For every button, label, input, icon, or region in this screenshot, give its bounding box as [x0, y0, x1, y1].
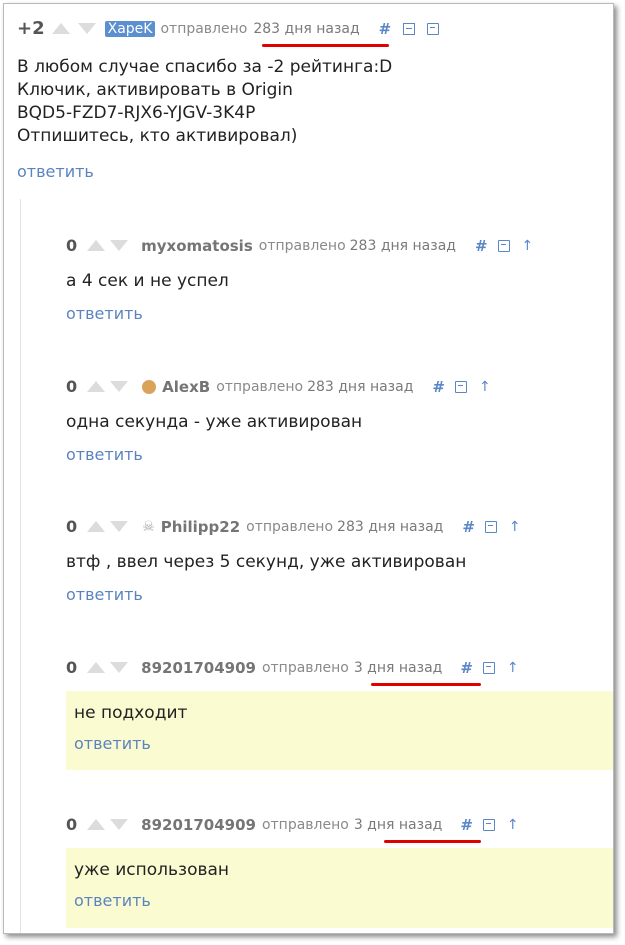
comment-time[interactable]: 283 дня назад: [253, 21, 359, 37]
author-name[interactable]: Philipp22: [161, 518, 240, 536]
permalink-hash[interactable]: #: [379, 20, 392, 38]
vote-up-icon[interactable]: [87, 240, 106, 251]
permalink-hash[interactable]: #: [462, 518, 475, 536]
author-name[interactable]: XapeK: [104, 20, 156, 37]
sent-label: отправлено: [246, 518, 334, 535]
red-underline: [262, 44, 389, 47]
vote-down-icon[interactable]: [110, 662, 129, 673]
vote-down-icon[interactable]: [110, 381, 129, 392]
comment-time[interactable]: 283 дня назад: [350, 238, 456, 254]
reply-link[interactable]: ответить: [66, 304, 143, 323]
rating: 0: [66, 658, 78, 677]
parent-arrow-icon[interactable]: ↑: [507, 817, 519, 833]
comment-time[interactable]: 283 дня назад: [307, 379, 413, 395]
reply-link[interactable]: ответить: [74, 734, 151, 753]
comment-line: Отпишитесь, кто активировал): [17, 126, 298, 146]
save-icon[interactable]: [497, 239, 510, 252]
comment-time[interactable]: 283 дня назад: [337, 519, 443, 535]
comment-body: а 4 сек и не успел: [66, 271, 229, 291]
vote-down-icon[interactable]: [110, 521, 129, 532]
sent-label: отправлено: [261, 659, 349, 676]
save-icon[interactable]: [482, 661, 495, 674]
comment-time[interactable]: 3 дня назад: [354, 660, 443, 676]
comment-time[interactable]: 3 дня назад: [354, 817, 443, 833]
comment-body: втф , ввел через 5 секунд, уже активиров…: [66, 552, 467, 572]
red-underline: [384, 840, 481, 843]
parent-arrow-icon[interactable]: ↑: [509, 519, 521, 535]
collapse-icon[interactable]: [403, 22, 416, 35]
rating: +2: [17, 18, 45, 39]
sent-label: отправлено: [258, 237, 346, 254]
rating: 0: [66, 236, 78, 255]
reply-link[interactable]: ответить: [66, 585, 143, 604]
vote-down-icon[interactable]: [110, 819, 129, 830]
vote-up-icon[interactable]: [87, 381, 106, 392]
save-icon[interactable]: [482, 818, 495, 831]
comment-header: 0 89201704909 отправлено 3 дня назад # ↑: [66, 815, 519, 834]
save-icon[interactable]: [427, 22, 440, 35]
rating: 0: [66, 517, 78, 536]
comment-header: 0 89201704909 отправлено 3 дня назад # ↑: [66, 658, 519, 677]
permalink-hash[interactable]: #: [475, 237, 488, 255]
comment-line: BQD5-FZD7-RJX6-YJGV-3K4P: [17, 103, 256, 123]
vote-down-icon[interactable]: [77, 23, 96, 34]
thread-line: [20, 199, 21, 933]
parent-arrow-icon[interactable]: ↑: [522, 238, 534, 254]
sent-label: отправлено: [160, 20, 248, 37]
parent-arrow-icon[interactable]: ↑: [507, 660, 519, 676]
save-icon[interactable]: [454, 380, 467, 393]
comment-header: +2 XapeK отправлено 283 дня назад #: [17, 18, 440, 39]
user-avatar-icon: ☠: [142, 518, 155, 535]
comment-header: 0 myxomatosis отправлено 283 дня назад #…: [66, 236, 533, 255]
vote-up-icon[interactable]: [87, 521, 106, 532]
reply-link[interactable]: ответить: [74, 891, 151, 910]
red-underline: [371, 683, 481, 686]
permalink-hash[interactable]: #: [460, 816, 473, 834]
permalink-hash[interactable]: #: [432, 378, 445, 396]
comment-body: В любом случае спасибо за -2 рейтинга:D …: [17, 56, 392, 148]
parent-arrow-icon[interactable]: ↑: [479, 379, 491, 395]
comment-body: не подходит: [74, 703, 188, 723]
comment-header: 0 AlexB отправлено 283 дня назад # ↑: [66, 377, 491, 396]
vote-down-icon[interactable]: [110, 240, 129, 251]
sent-label: отправлено: [261, 816, 349, 833]
comment-body: одна секунда - уже активирован: [66, 412, 363, 432]
reply-link[interactable]: ответить: [17, 162, 94, 181]
comment-thread: +2 XapeK отправлено 283 дня назад # В лю…: [3, 3, 614, 934]
author-name[interactable]: 89201704909: [141, 816, 256, 834]
comment-line: В любом случае спасибо за -2 рейтинга:D: [17, 57, 393, 77]
vote-up-icon[interactable]: [87, 662, 106, 673]
author-name[interactable]: 89201704909: [141, 659, 256, 677]
vote-up-icon[interactable]: [87, 819, 106, 830]
author-name[interactable]: myxomatosis: [141, 237, 253, 255]
save-icon[interactable]: [484, 520, 497, 533]
comment-body: уже использован: [74, 860, 230, 880]
permalink-hash[interactable]: #: [460, 659, 473, 677]
rating: 0: [66, 815, 78, 834]
user-avatar-icon: [142, 379, 157, 394]
comment-line: Ключик, активировать в Origin: [17, 80, 293, 100]
sent-label: отправлено: [216, 378, 304, 395]
rating: 0: [66, 377, 78, 396]
comment-header: 0 ☠ Philipp22 отправлено 283 дня назад #…: [66, 517, 521, 536]
author-name[interactable]: AlexB: [162, 378, 210, 396]
vote-up-icon[interactable]: [51, 23, 70, 34]
reply-link[interactable]: ответить: [66, 445, 143, 464]
